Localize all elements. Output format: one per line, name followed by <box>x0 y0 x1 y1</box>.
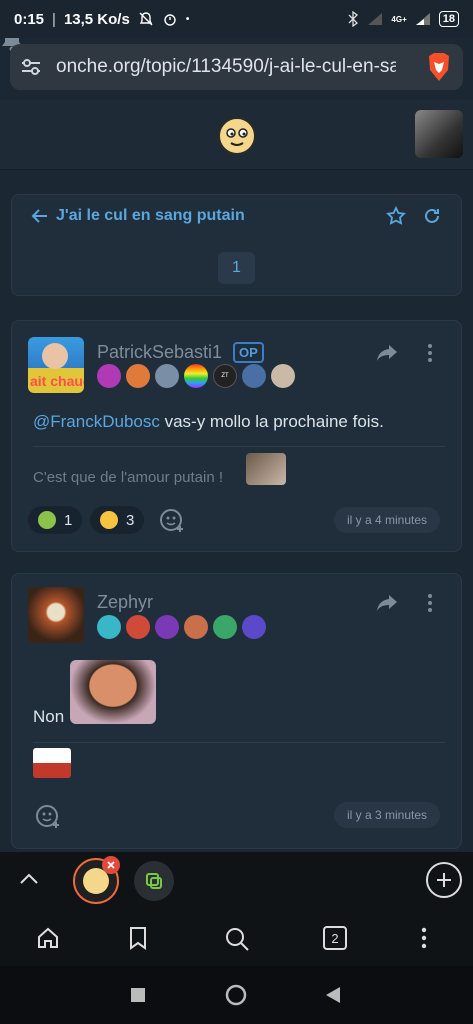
post-username[interactable]: Zephyr <box>97 592 153 613</box>
post-message-text: Non <box>33 707 65 726</box>
badge-icon <box>271 364 295 388</box>
topic-title: J'ai le cul en sang putain <box>56 207 245 224</box>
status-time: 0:15 <box>14 10 45 28</box>
post-avatar[interactable] <box>28 587 84 643</box>
reaction-button[interactable]: 3 <box>90 506 145 534</box>
back-arrow-icon[interactable] <box>31 207 49 225</box>
more-options-icon[interactable] <box>427 343 433 363</box>
page-number-button[interactable]: 1 <box>218 252 255 284</box>
alarm-icon <box>162 11 178 27</box>
network-label: 4G+ <box>391 14 407 24</box>
op-badge: OP <box>233 342 264 363</box>
site-settings-icon[interactable] <box>20 57 42 77</box>
avatar-caption: ait chaud <box>30 373 84 389</box>
badge-icon <box>126 615 150 639</box>
tab-switcher-button[interactable]: 2 <box>323 926 347 950</box>
post-timestamp: il y a 3 minutes <box>334 802 441 828</box>
badge-icon <box>126 364 150 388</box>
brave-shields-icon[interactable] <box>425 52 453 82</box>
share-icon[interactable] <box>376 594 398 612</box>
badge-icon <box>97 364 121 388</box>
signal-icon-2 <box>415 12 431 26</box>
mute-icon <box>138 11 154 27</box>
signature-image <box>246 453 286 485</box>
signal-icon-1 <box>367 12 383 26</box>
zero-tout-badge-icon: ZT <box>213 364 237 388</box>
share-icon[interactable] <box>376 344 398 362</box>
tab-strip <box>0 852 473 910</box>
post-message-text: vas-y mollo la prochaine fois. <box>159 412 384 431</box>
recents-icon[interactable] <box>131 988 145 1002</box>
reaction-button[interactable]: 1 <box>28 506 83 534</box>
url-text[interactable]: onche.org/topic/1134590/j-ai-le-cul-en-s… <box>56 56 396 78</box>
post-username[interactable]: PatrickSebasti1 <box>97 342 222 363</box>
site-logo[interactable] <box>218 117 256 155</box>
badge-icon <box>184 615 208 639</box>
badge-icon <box>97 615 121 639</box>
tab-other[interactable] <box>134 861 174 901</box>
new-tab-button[interactable] <box>426 862 462 898</box>
status-bar: 0:15 | 13,5 Ko/s • 4G+ 18 <box>0 0 473 38</box>
more-options-icon[interactable] <box>427 593 433 613</box>
post-avatar[interactable]: ait chaud <box>28 337 84 393</box>
add-reaction-icon[interactable] <box>159 507 185 533</box>
search-icon[interactable] <box>224 926 250 952</box>
star-icon[interactable] <box>386 206 406 226</box>
rainbow-badge-icon <box>184 364 208 388</box>
badge-icon <box>242 615 266 639</box>
status-speed: 13,5 Ko/s <box>63 10 130 28</box>
address-bar[interactable]: onche.org/topic/1134590/j-ai-le-cul-en-s… <box>10 44 463 90</box>
divider <box>33 446 445 447</box>
bluetooth-icon <box>347 11 359 27</box>
battery-icon: 18 <box>438 11 459 27</box>
laughing-face-icon <box>100 511 118 529</box>
badge-icon <box>213 615 237 639</box>
home-icon[interactable] <box>36 926 60 950</box>
user-avatar[interactable] <box>415 110 463 158</box>
badge-icon <box>155 615 179 639</box>
close-tab-icon[interactable] <box>102 856 120 874</box>
reaction-count: 3 <box>126 511 135 529</box>
back-nav-icon[interactable] <box>326 987 340 1003</box>
post-signature: C'est que de l'amour putain ! <box>33 469 224 486</box>
menu-dots-icon[interactable] <box>421 926 427 950</box>
add-reaction-icon[interactable] <box>35 803 61 829</box>
home-nav-icon[interactable] <box>225 984 247 1006</box>
sticker-image <box>70 660 156 724</box>
post-timestamp: il y a 4 minutes <box>334 507 441 533</box>
chevron-up-icon[interactable] <box>19 871 39 885</box>
sick-face-icon <box>38 511 56 529</box>
mention-link[interactable]: @FranckDubosc <box>33 412 160 431</box>
divider <box>33 742 445 743</box>
avatar-face <box>42 343 68 369</box>
refresh-icon[interactable] <box>422 206 442 226</box>
post-message: @FranckDubosc vas-y mollo la prochaine f… <box>33 412 384 432</box>
signature-image <box>33 748 71 778</box>
badge-icon <box>242 364 266 388</box>
bookmark-icon[interactable] <box>128 926 148 950</box>
reaction-count: 1 <box>64 511 73 529</box>
badge-icon <box>155 364 179 388</box>
